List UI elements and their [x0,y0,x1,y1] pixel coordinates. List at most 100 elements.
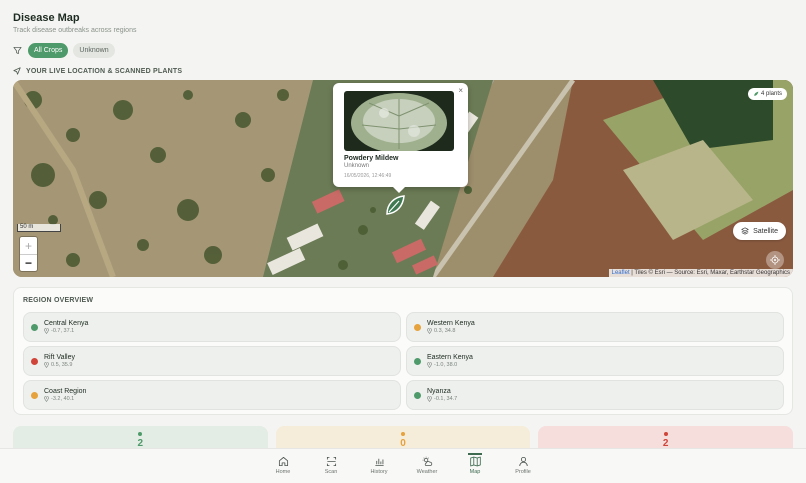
map-icon [469,456,481,467]
nav-item-home[interactable]: Home [272,449,294,483]
status-dot [414,391,421,399]
nav-label: Map [469,469,481,475]
region-coordinates: -0.1, 34.7 [427,396,457,402]
popup-disease-name: Powdery Mildew [344,155,399,162]
region-coordinates-text: -0.1, 34.7 [434,396,458,402]
nav-item-scan[interactable]: Scan [320,449,342,483]
navigation-arrow-icon [13,67,21,75]
region-coordinates-text: -3.2, 40.1 [51,396,75,402]
nav-item-weather[interactable]: Weather [416,449,438,483]
layers-icon [741,227,750,235]
region-coordinates: -0.7, 37.1 [44,328,88,334]
region-coordinates: -1.0, 38.0 [427,362,473,368]
plants-count-badge: 4 plants [747,88,787,100]
zoom-control: + − [20,237,37,271]
zoom-in-button[interactable]: + [20,237,37,254]
region-coordinates: -3.2, 40.1 [44,396,86,402]
status-dot [31,323,38,331]
stat-dot [401,432,405,436]
region-name: Coast Region [44,388,87,395]
region-text: Rift Valley 0.5, 35.9 [44,354,75,368]
map-attribution: Leaflet | Tiles © Esri — Source: Esri, M… [608,269,793,277]
live-location-label: YOUR LIVE LOCATION & SCANNED PLANTS [13,67,182,75]
region-name: Rift Valley [44,354,75,361]
stat-dot [663,432,668,436]
region-name: Eastern Kenya [427,354,473,361]
region-name: Central Kenya [44,320,89,327]
region-item[interactable]: Western Kenya 0.3, 34.8 [406,312,784,342]
crop-filter-bar: All Crops Unknown [13,43,115,58]
region-overview-card: REGION OVERVIEW Central Kenya -0.7, 37.1 W… [13,287,793,415]
region-text: Nyanza -0.1, 34.7 [427,388,457,402]
leaf-photo [344,91,454,151]
location-pin-icon [427,362,432,368]
popup-timestamp: 16/05/2026, 12:46:49 [344,173,392,179]
region-item[interactable]: Nyanza -0.1, 34.7 [406,380,784,410]
region-item[interactable]: Rift Valley 0.5, 35.9 [23,346,401,376]
filter-icon[interactable] [13,46,23,56]
region-text: Eastern Kenya -1.0, 38.0 [427,354,473,368]
location-pin-icon [44,328,49,334]
page-subtitle: Track disease outbreaks across regions [13,27,137,34]
region-coordinates: 0.3, 34.8 [427,328,475,334]
zoom-out-button[interactable]: − [20,254,37,271]
history-chart-icon [374,458,384,467]
region-coordinates-text: -1.0, 38.0 [434,362,458,368]
status-dot [31,357,38,365]
region-list: Central Kenya -0.7, 37.1 Western Kenya 0.3,… [23,312,785,410]
stat-dot [138,432,143,436]
region-coordinates: 0.5, 35.9 [44,362,75,368]
leaf-marker-icon [386,195,405,215]
filter-chip-all-crops[interactable]: All Crops [28,43,69,58]
bottom-navigation: Home Scan History Weather Map Profile [0,448,806,483]
location-pin-icon [44,396,49,402]
page-header: Disease Map Track disease outbreaks acro… [13,12,136,34]
nav-label: History [370,469,388,475]
region-coordinates-text: 0.3, 34.8 [434,328,456,334]
locate-me-button[interactable] [766,251,784,269]
region-text: Central Kenya -0.7, 37.1 [44,320,88,334]
plants-count-text: 4 plants [760,91,782,97]
nav-label: Home [275,469,291,475]
leaf-icon [754,91,759,96]
profile-icon [518,456,528,467]
location-pin-icon [44,362,49,368]
region-name: Nyanza [427,388,451,395]
filter-chip-unknown[interactable]: Unknown [73,43,115,58]
region-text: Coast Region -3.2, 40.1 [44,388,86,402]
region-coordinates-text: -0.7, 37.1 [51,328,75,334]
page-title: Disease Map [13,12,80,24]
nav-item-map[interactable]: Map [464,449,486,483]
location-pin-icon [427,396,432,402]
region-overview-title: REGION OVERVIEW [23,297,94,304]
nav-item-profile[interactable]: Profile [512,449,534,483]
disease-popup[interactable]: × Powdery Mildew Unknown 16/05/2026, 12:… [333,83,468,193]
satellite-label: Satellite [753,227,778,235]
disease-map[interactable]: 50 m + − 4 plants × Powdery Mildew Unkno… [13,80,793,277]
close-icon[interactable]: × [458,86,463,95]
scan-icon [326,456,336,467]
weather-icon [422,456,432,467]
status-dot [31,391,38,399]
region-coordinates-text: 0.5, 35.9 [51,362,73,368]
location-pin-icon [427,328,432,334]
nav-label: Scan [324,469,338,475]
leaflet-link[interactable]: Leaflet [612,270,630,276]
nav-label: Profile [515,469,531,475]
map-scale: 50 m [17,224,61,232]
plant-marker[interactable] [383,193,407,217]
region-name: Western Kenya [427,320,475,327]
region-text: Western Kenya 0.3, 34.8 [427,320,475,334]
nav-item-history[interactable]: History [368,449,390,483]
region-item[interactable]: Eastern Kenya -1.0, 38.0 [406,346,784,376]
nav-label: Weather [416,469,438,475]
satellite-toggle-button[interactable]: Satellite [733,222,786,240]
status-dot [414,357,421,365]
live-location-label-text: YOUR LIVE LOCATION & SCANNED PLANTS [26,67,183,75]
region-item[interactable]: Central Kenya -0.7, 37.1 [23,312,401,342]
crosshair-icon [770,255,780,265]
region-item[interactable]: Coast Region -3.2, 40.1 [23,380,401,410]
home-icon [278,456,288,467]
tiles-attribution: | Tiles © Esri — Source: Esri, Maxar, Ea… [631,270,790,276]
status-dot [414,323,421,331]
